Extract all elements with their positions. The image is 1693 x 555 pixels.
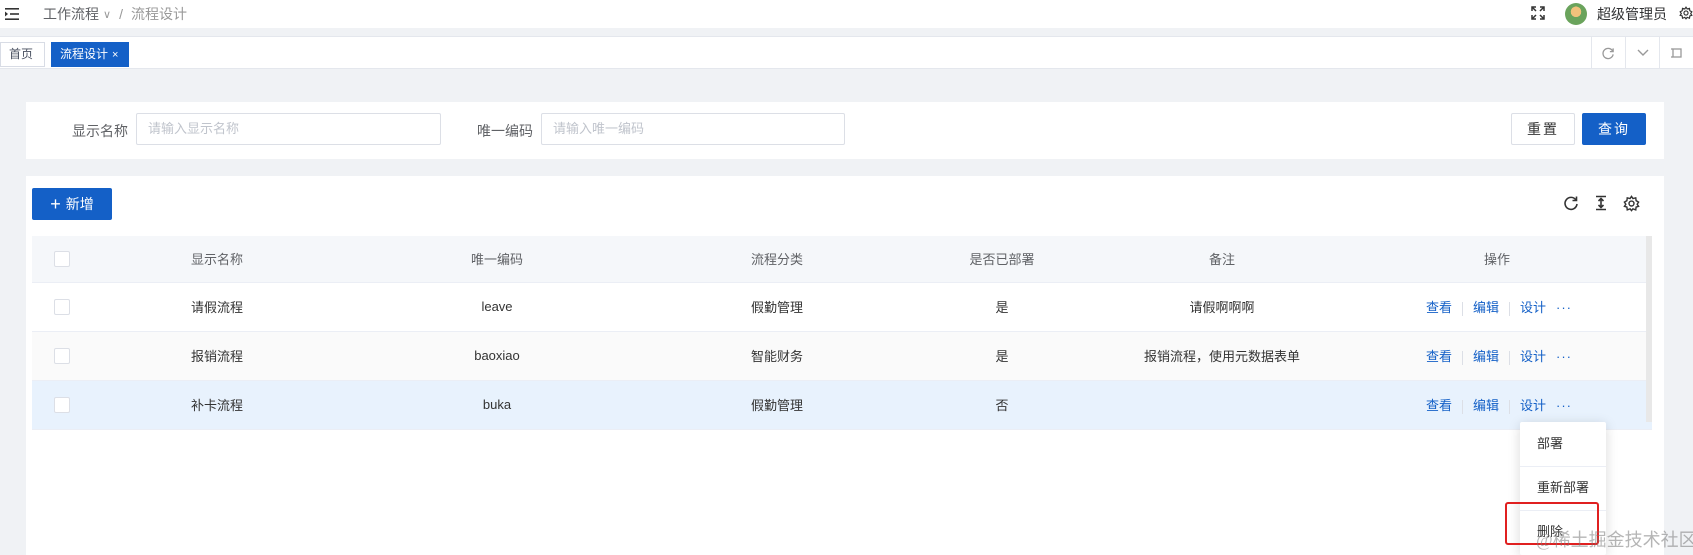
- divider: [1461, 350, 1463, 365]
- cell-actions: 查看 编辑 设计 ···: [1342, 282, 1652, 332]
- table-scrollbar[interactable]: [1646, 236, 1652, 422]
- cell-name: 请假流程: [92, 282, 342, 332]
- add-button[interactable]: + 新增: [32, 188, 112, 220]
- name-label: 显示名称: [72, 123, 128, 139]
- code-label: 唯一编码: [477, 123, 533, 139]
- row-checkbox[interactable]: [54, 298, 70, 315]
- breadcrumb-separator: /: [119, 6, 123, 22]
- avatar[interactable]: [1565, 3, 1587, 25]
- code-search-input[interactable]: 请输入唯一编码: [541, 113, 845, 145]
- cell-deployed: 是: [902, 331, 1102, 381]
- table-row: 报销流程 baoxiao 智能财务 是 报销流程，使用元数据表单 查看 编辑 设计 ·…: [32, 331, 1652, 381]
- design-link[interactable]: 设计: [1520, 300, 1546, 315]
- refresh-icon[interactable]: [1562, 194, 1580, 212]
- more-icon[interactable]: ···: [1556, 398, 1572, 413]
- view-link[interactable]: 查看: [1426, 398, 1452, 413]
- divider: [1509, 301, 1510, 316]
- fullscreen-icon[interactable]: [1531, 5, 1545, 23]
- cell-remark: [1102, 380, 1342, 430]
- view-link[interactable]: 查看: [1426, 300, 1452, 315]
- cell-name: 补卡流程: [92, 380, 342, 430]
- cell-actions: 查看 编辑 设计 ···: [1342, 331, 1652, 381]
- divider: [1509, 399, 1510, 414]
- edit-link[interactable]: 编辑: [1473, 300, 1499, 315]
- cell-category: 智能财务: [652, 331, 902, 381]
- tabs-bar: 首页 流程设计 ×: [0, 36, 1693, 69]
- deploy-menu-item[interactable]: 部署: [1520, 424, 1606, 464]
- tab-label: 流程设计: [60, 47, 109, 61]
- maximize-icon[interactable]: [1659, 37, 1693, 69]
- cell-deployed: 否: [902, 380, 1102, 430]
- top-header: 工作流程 ∨ / 流程设计 超级管理员: [0, 0, 1693, 28]
- add-button-label: 新增: [65, 196, 94, 212]
- refresh-tab-button[interactable]: [1591, 37, 1625, 69]
- select-all-checkbox[interactable]: [54, 251, 70, 268]
- name-search-input[interactable]: 请输入显示名称: [136, 113, 441, 145]
- breadcrumb: 工作流程 ∨ / 流程设计: [43, 4, 187, 24]
- chevron-down-icon[interactable]: [1625, 37, 1659, 69]
- more-icon[interactable]: ···: [1556, 349, 1572, 364]
- divider: [1461, 399, 1463, 414]
- divider: [1520, 466, 1606, 467]
- cell-deployed: 是: [902, 282, 1102, 332]
- breadcrumb-item-workflow[interactable]: 工作流程: [43, 4, 99, 24]
- cell-name: 报销流程: [92, 331, 342, 381]
- search-panel: 显示名称 请输入显示名称 唯一编码 请输入唯一编码 重置 查询: [26, 102, 1664, 159]
- cell-actions: 查看 编辑 设计 ···: [1342, 380, 1652, 430]
- row-checkbox[interactable]: [54, 396, 70, 413]
- process-table: 显示名称 唯一编码 流程分类 是否已部署 备注 操作 请假流程 leave 假勤…: [32, 236, 1652, 430]
- query-button[interactable]: 查询: [1582, 113, 1646, 145]
- column-header: 操作: [1342, 236, 1652, 283]
- chevron-down-icon: ∨: [103, 8, 112, 21]
- column-header: 唯一编码: [342, 236, 652, 283]
- cell-category: 假勤管理: [652, 380, 902, 430]
- column-height-icon[interactable]: [1592, 194, 1610, 212]
- table-panel: + 新增 显示名称 唯一编码 流程分类 是否已部署 备注 操作 请假流程 lea…: [26, 176, 1664, 555]
- table-header-row: 显示名称 唯一编码 流程分类 是否已部署 备注 操作: [32, 236, 1652, 283]
- cell-category: 假勤管理: [652, 282, 902, 332]
- more-icon[interactable]: ···: [1556, 300, 1572, 315]
- reset-button[interactable]: 重置: [1511, 113, 1575, 145]
- tab-process-design[interactable]: 流程设计 ×: [51, 42, 129, 67]
- cell-remark: 报销流程，使用元数据表单: [1102, 331, 1342, 381]
- divider: [1461, 301, 1463, 316]
- username[interactable]: 超级管理员: [1597, 4, 1667, 24]
- tab-label: 首页: [9, 47, 34, 61]
- select-all-cell: [32, 236, 92, 283]
- cell-code: buka: [342, 380, 652, 430]
- menu-fold-icon[interactable]: [5, 8, 19, 20]
- design-link[interactable]: 设计: [1520, 398, 1546, 413]
- tab-home[interactable]: 首页: [0, 42, 45, 67]
- plus-icon: +: [50, 194, 61, 214]
- cell-remark: 请假啊啊啊: [1102, 282, 1342, 332]
- breadcrumb-item-current: 流程设计: [130, 6, 187, 22]
- edit-link[interactable]: 编辑: [1473, 349, 1499, 364]
- design-link[interactable]: 设计: [1520, 349, 1546, 364]
- table-row: 请假流程 leave 假勤管理 是 请假啊啊啊 查看 编辑 设计 ···: [32, 282, 1652, 332]
- column-header: 是否已部署: [902, 236, 1102, 283]
- column-header: 显示名称: [92, 236, 342, 283]
- view-link[interactable]: 查看: [1426, 349, 1452, 364]
- table-row: 补卡流程 buka 假勤管理 否 查看 编辑 设计 ···: [32, 380, 1652, 430]
- column-header: 备注: [1102, 236, 1342, 283]
- watermark: @稀土掘金技术社区: [1536, 530, 1693, 550]
- edit-link[interactable]: 编辑: [1473, 398, 1499, 413]
- cell-code: leave: [342, 282, 652, 332]
- close-icon[interactable]: ×: [112, 49, 118, 61]
- divider: [1509, 350, 1510, 365]
- gear-icon[interactable]: [1679, 5, 1693, 23]
- column-header: 流程分类: [652, 236, 902, 283]
- cell-code: baoxiao: [342, 331, 652, 381]
- gear-icon[interactable]: [1622, 194, 1640, 212]
- row-checkbox[interactable]: [54, 347, 70, 364]
